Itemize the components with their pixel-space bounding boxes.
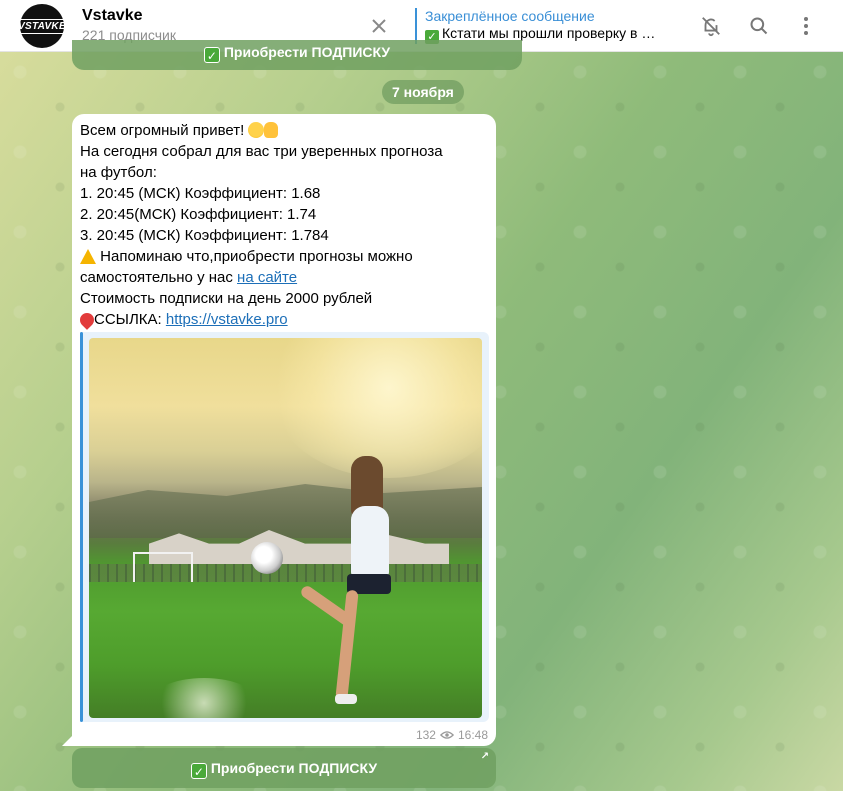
more-vertical-icon (804, 17, 808, 35)
buy-subscription-button-previous[interactable]: ✓ Приобрести ПОДПИСКУ (72, 40, 522, 70)
view-count: 132 (415, 728, 436, 742)
button-label: Приобрести ПОДПИСКУ (223, 44, 391, 60)
date-badge: 7 ноября (382, 80, 464, 104)
wave-hand-emoji-icon (264, 122, 279, 138)
text-line: самостоятельно у нас (80, 269, 238, 286)
website-link[interactable]: на сайте (237, 269, 297, 286)
warning-emoji-icon (80, 249, 96, 264)
more-button[interactable] (793, 13, 819, 39)
check-icon: ✓ (190, 763, 207, 779)
link-preview-bar (80, 332, 83, 722)
buy-subscription-button[interactable]: ✓ Приобрести ПОДПИСКУ ↗ (72, 748, 496, 788)
eye-icon (439, 731, 454, 739)
prediction-line: 1. 20:45 (МСК) Коэффициент: 1.68 (80, 185, 321, 202)
channel-name[interactable]: Vstavke (82, 7, 143, 25)
check-icon: ✓ (203, 47, 220, 63)
message-text: Всем огромный привет! На сегодня собрал … (77, 120, 490, 330)
photo-soccer-ball (251, 542, 283, 574)
search-button[interactable] (746, 13, 772, 39)
photo-player-shoe (335, 694, 357, 704)
text-line: ССЫЛКА: (94, 311, 166, 328)
text-line: Напоминаю что,приобрести прогнозы можно (100, 248, 413, 265)
text-line: Стоимость подписки на день 2000 рублей (80, 290, 373, 307)
prediction-line: 3. 20:45 (МСК) Коэффициент: 1.784 (80, 227, 329, 244)
button-label: Приобрести ПОДПИСКУ (210, 760, 378, 776)
arrow-up-right-icon: ↗ (480, 751, 490, 762)
search-icon (750, 17, 768, 35)
text-line: Всем огромный привет! (80, 122, 245, 139)
mute-button[interactable] (698, 13, 724, 39)
avatar[interactable]: VSTAVKE (18, 4, 66, 48)
message-meta: 132 16:48 (416, 728, 488, 742)
photo-light-flare (149, 678, 259, 718)
text-line: На сегодня собрал для вас три уверенных … (80, 143, 443, 160)
vstavke-url-link[interactable]: https://vstavke.pro (166, 311, 288, 328)
avatar-logo: VSTAVKE (18, 18, 66, 34)
photo-goal (133, 552, 193, 582)
message-bubble: Всем огромный привет! На сегодня собрал … (72, 114, 496, 746)
bell-off-icon (702, 17, 720, 37)
text-line: на футбол: (80, 164, 157, 181)
photo-player-shirt (351, 506, 389, 578)
close-icon (372, 19, 386, 33)
prediction-line: 2. 20:45(МСК) Коэффициент: 1.74 (80, 206, 317, 223)
pinned-message[interactable]: Закреплённое сообщение ✓ Кстати мы прошли… (415, 8, 675, 44)
pinned-title: Закреплённое сообщение (425, 8, 595, 24)
wink-emoji-icon (248, 122, 265, 138)
close-pinned-button[interactable] (366, 13, 392, 39)
photo-hills (89, 484, 482, 538)
preview-photo[interactable] (89, 338, 482, 718)
pinned-text: Кстати мы прошли проверку в … (442, 25, 656, 41)
message-time: 16:48 (457, 728, 488, 742)
